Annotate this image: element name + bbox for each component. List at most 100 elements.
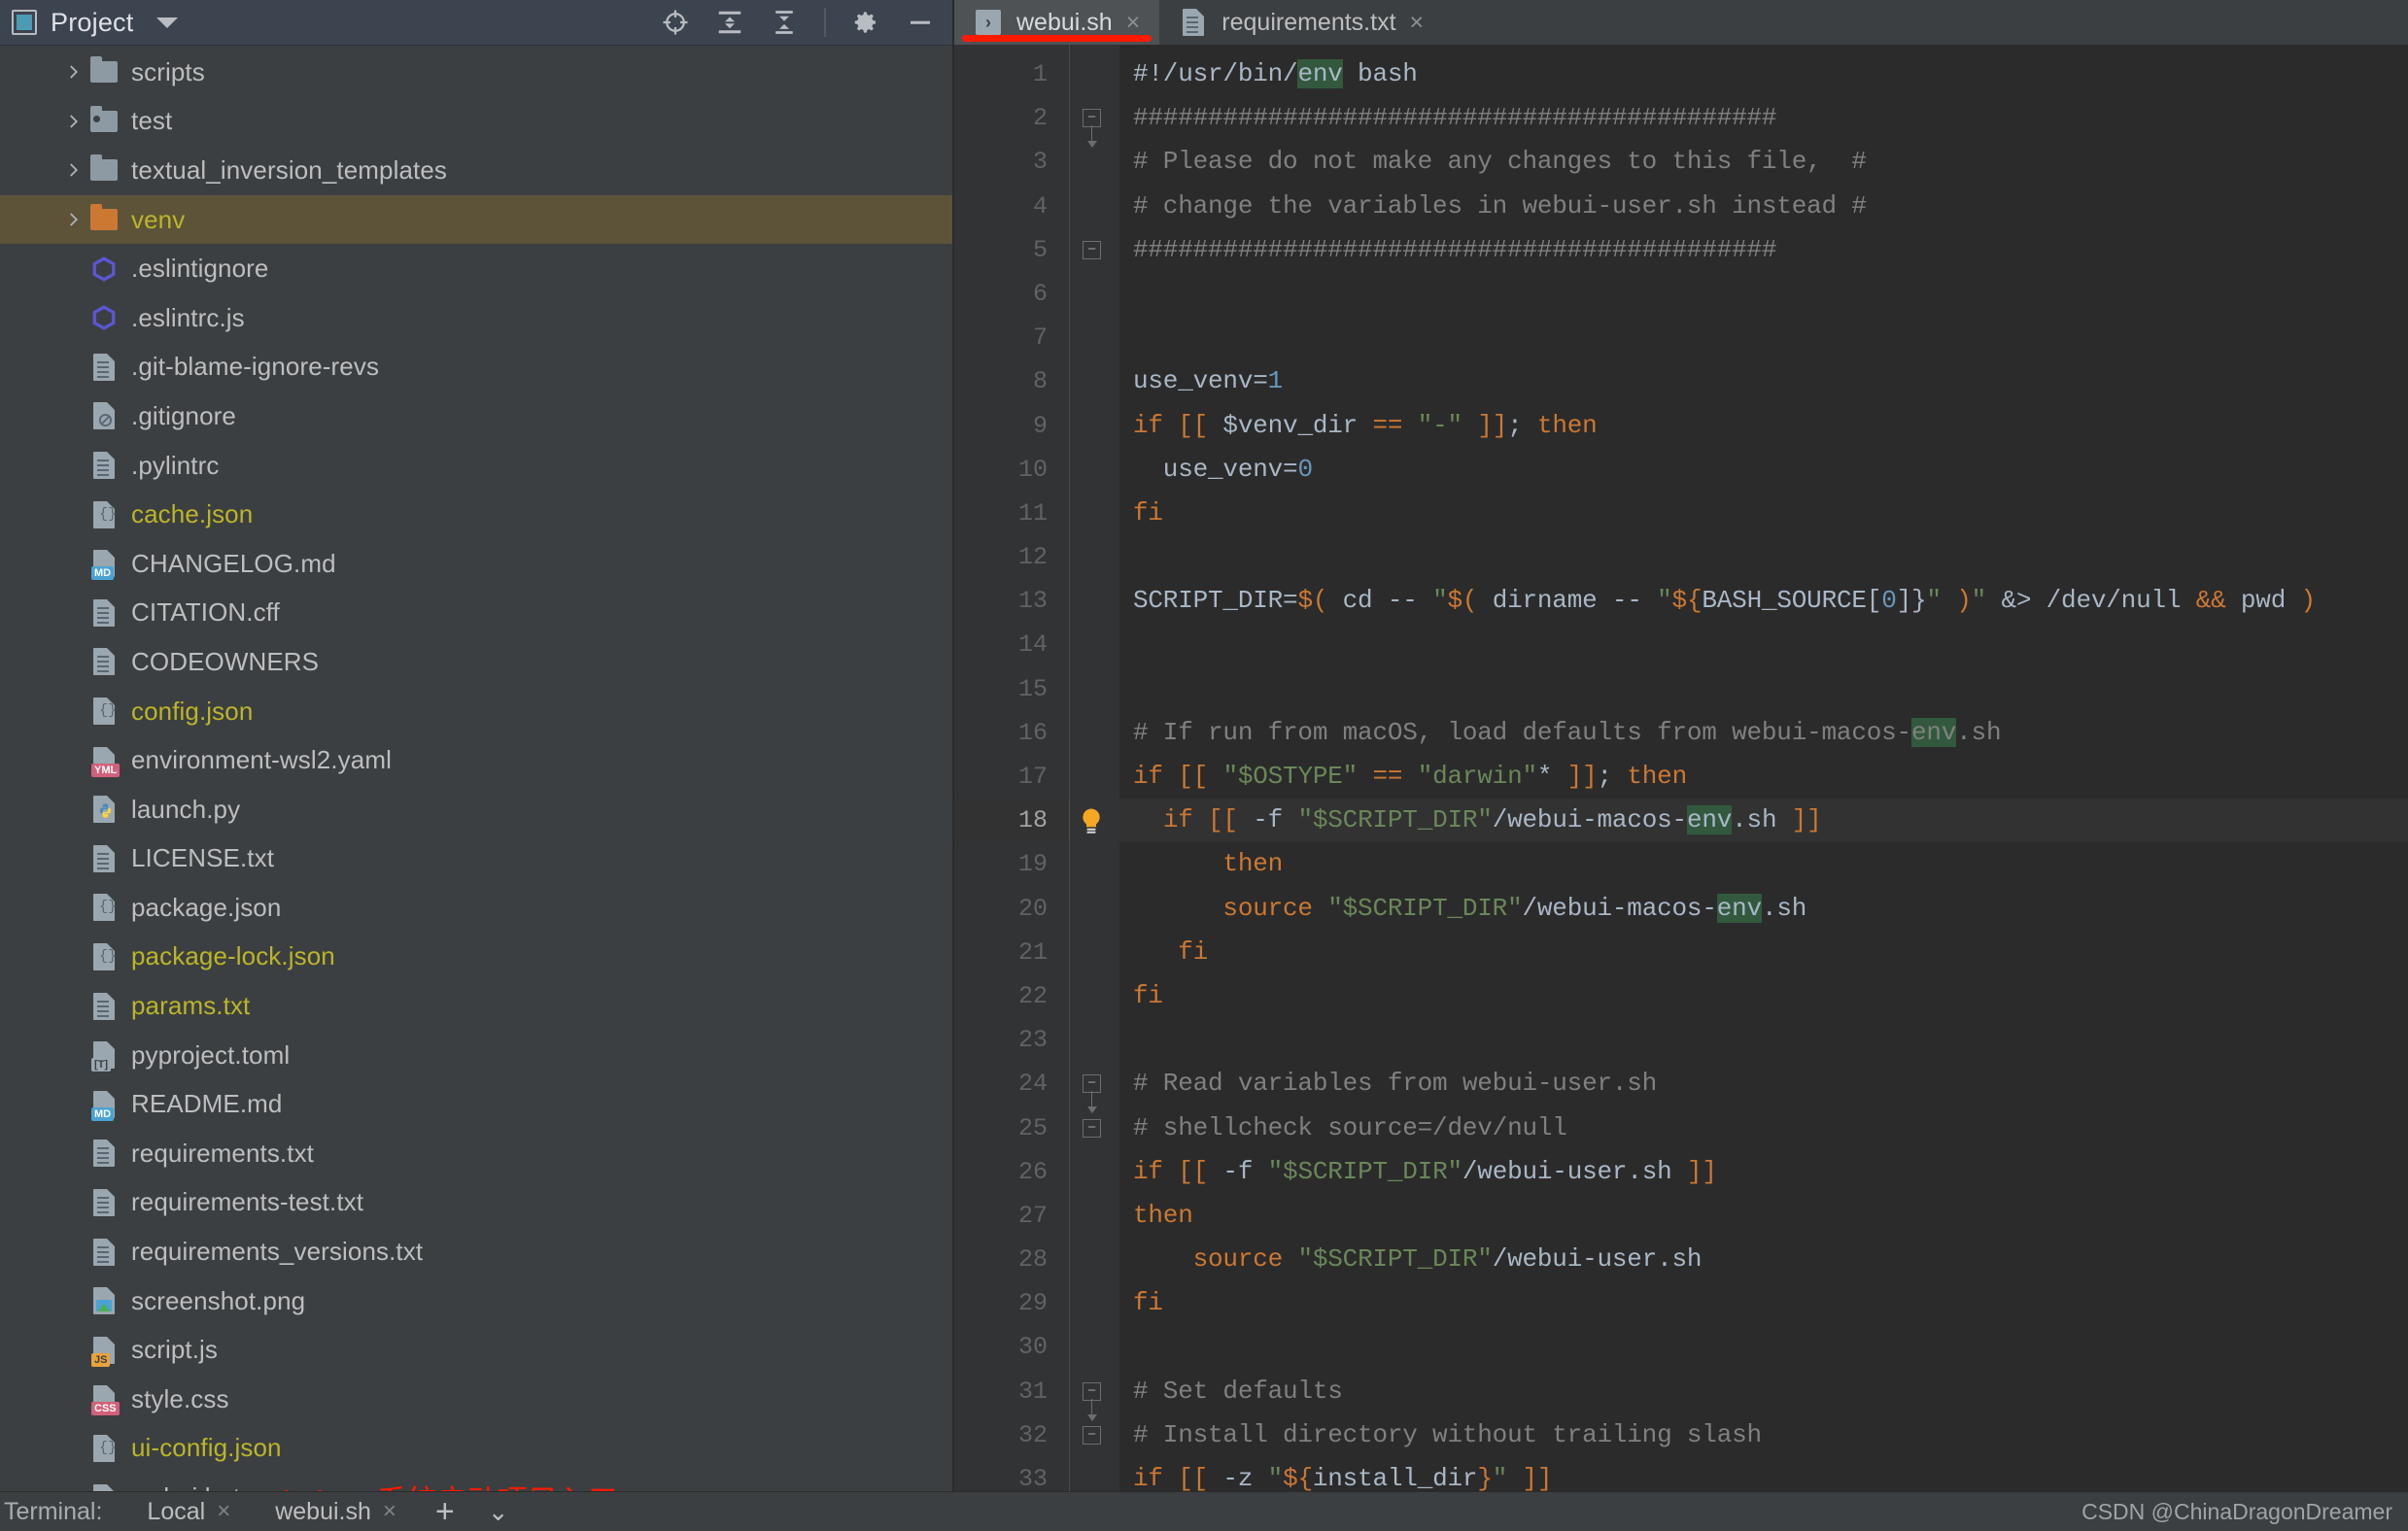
project-title-group[interactable]: Project	[12, 8, 179, 38]
terminal-tab-local[interactable]: Local ×	[147, 1498, 230, 1526]
code-line[interactable]: if [[ -f "$SCRIPT_DIR"/webui-user.sh ]]	[1119, 1150, 2408, 1194]
tree-item-style-css[interactable]: CSS style.css	[0, 1375, 952, 1424]
tree-item-label: package-lock.json	[131, 941, 335, 971]
code-line[interactable]	[1119, 1325, 2408, 1369]
code-line[interactable]: use_venv=1	[1119, 359, 2408, 403]
chevron-right-icon[interactable]	[60, 157, 86, 183]
fold-collapse-icon[interactable]: −	[1083, 1118, 1101, 1138]
gear-icon[interactable]	[851, 8, 880, 37]
code-line[interactable]: # Read variables from webui-user.sh	[1119, 1062, 2408, 1106]
tree-item-scripts[interactable]: scripts	[0, 48, 952, 97]
tree-item-test[interactable]: test	[0, 97, 952, 147]
code-content[interactable]: #!/usr/bin/env bash #####################…	[1119, 45, 2408, 1491]
tree-item-venv[interactable]: venv	[0, 194, 952, 245]
tree-item-ui-config-json[interactable]: {} ui-config.json	[0, 1424, 952, 1474]
code-line[interactable]	[1119, 316, 2408, 359]
editor-tab-bar[interactable]: › webui.sh × requirements.txt ×	[954, 0, 2408, 45]
tree-item-git-blame-ignore-revs[interactable]: .git-blame-ignore-revs	[0, 343, 952, 392]
tree-item-params-txt[interactable]: params.txt	[0, 981, 952, 1031]
project-file-tree[interactable]: scripts test textual_inversion_templatesve…	[0, 46, 952, 1491]
add-terminal-icon[interactable]: +	[435, 1495, 455, 1528]
code-line[interactable]: fi	[1119, 974, 2408, 1018]
tree-item-cache-json[interactable]: {} cache.json	[0, 490, 952, 539]
code-line[interactable]: use_venv=0	[1119, 448, 2408, 492]
code-line[interactable]: # Install directory without trailing sla…	[1119, 1413, 2408, 1457]
chevron-right-icon[interactable]	[60, 207, 86, 232]
code-line[interactable]: # If run from macOS, load defaults from …	[1119, 711, 2408, 755]
tree-item-requirements-txt[interactable]: requirements.txt	[0, 1129, 952, 1178]
close-icon[interactable]: ×	[1410, 10, 1425, 35]
fold-collapse-icon[interactable]: −	[1083, 240, 1101, 259]
code-line[interactable]: if [[ "$OSTYPE" == "darwin"* ]]; then	[1119, 755, 2408, 799]
tree-item-requirements-versions-txt[interactable]: requirements_versions.txt	[0, 1227, 952, 1276]
code-line[interactable]	[1119, 272, 2408, 316]
code-line[interactable]	[1119, 535, 2408, 579]
code-line[interactable]	[1119, 1018, 2408, 1062]
toml-icon: [T]	[89, 1040, 119, 1072]
code-line[interactable]: fi	[1119, 1281, 2408, 1325]
tree-item-label: venv	[131, 204, 186, 234]
code-line[interactable]: # Set defaults	[1119, 1370, 2408, 1413]
tree-item-screenshot-png[interactable]: screenshot.png	[0, 1276, 952, 1326]
tree-item-config-json[interactable]: {} config.json	[0, 687, 952, 736]
tree-item-license-txt[interactable]: LICENSE.txt	[0, 834, 952, 884]
tree-item-eslintignore[interactable]: .eslintignore	[0, 244, 952, 293]
tree-item-launch-py[interactable]: launch.py	[0, 785, 952, 834]
code-line[interactable]: # shellcheck source=/dev/null	[1119, 1106, 2408, 1150]
tree-item-label: params.txt	[131, 991, 251, 1021]
chevron-right-icon[interactable]	[60, 109, 86, 134]
code-line[interactable]: ########################################…	[1119, 96, 2408, 140]
tree-item-gitignore[interactable]: .gitignore	[0, 391, 952, 441]
fold-marker-slot	[1069, 623, 1119, 666]
tree-item-environment-wsl2-yaml[interactable]: YML environment-wsl2.yaml	[0, 735, 952, 785]
fold-collapse-icon[interactable]: −	[1083, 1425, 1101, 1445]
folder-icon	[89, 154, 119, 185]
code-line[interactable]: then	[1119, 1194, 2408, 1238]
close-icon[interactable]: ×	[1126, 10, 1141, 35]
intention-bulb-icon[interactable]	[1077, 806, 1106, 835]
expand-all-icon[interactable]	[715, 8, 744, 37]
code-line[interactable]: ########################################…	[1119, 228, 2408, 272]
editor-tab-requirements-txt[interactable]: requirements.txt ×	[1159, 0, 1443, 45]
chevron-down-icon[interactable]	[156, 17, 179, 28]
code-line[interactable]: source "$SCRIPT_DIR"/webui-macos-env.sh	[1119, 887, 2408, 931]
close-icon[interactable]: ×	[383, 1498, 396, 1525]
code-line[interactable]	[1119, 667, 2408, 711]
code-line[interactable]: source "$SCRIPT_DIR"/webui-user.sh	[1119, 1238, 2408, 1281]
close-icon[interactable]: ×	[217, 1498, 230, 1525]
tree-item-requirements-test-txt[interactable]: requirements-test.txt	[0, 1178, 952, 1228]
tree-item-pyproject-toml[interactable]: [T] pyproject.toml	[0, 1031, 952, 1080]
code-editor[interactable]: 1▶23456789101112131415161718192021222324…	[954, 45, 2408, 1491]
code-line[interactable]: SCRIPT_DIR=$( cd -- "$( dirname -- "${BA…	[1119, 579, 2408, 623]
code-folding-gutter[interactable]: − − − − − −	[1069, 45, 1119, 1491]
code-line[interactable]: if [[ -z "${install_dir}" ]]	[1119, 1457, 2408, 1491]
code-line[interactable]: fi	[1119, 492, 2408, 535]
tree-item-label: .eslintignore	[131, 254, 269, 284]
chevron-down-icon[interactable]: ⌄	[488, 1499, 509, 1524]
code-line[interactable]: if [[ $venv_dir == "-" ]]; then	[1119, 404, 2408, 448]
chevron-right-icon[interactable]	[60, 59, 86, 85]
tree-item-script-js[interactable]: JS script.js	[0, 1325, 952, 1375]
code-line[interactable]: # change the variables in webui-user.sh …	[1119, 185, 2408, 228]
tree-item-label: package.json	[131, 892, 282, 922]
collapse-all-icon[interactable]	[770, 8, 799, 37]
locate-target-icon[interactable]	[661, 8, 690, 37]
tree-item-pylintrc[interactable]: .pylintrc	[0, 441, 952, 491]
tree-item-readme-md[interactable]: MD README.md	[0, 1079, 952, 1129]
tree-item-package-json[interactable]: {} package.json	[0, 883, 952, 933]
tree-item-textual-inversion-templates[interactable]: textual_inversion_templates	[0, 146, 952, 195]
code-line[interactable]: fi	[1119, 931, 2408, 974]
tree-item-package-lock-json[interactable]: {} package-lock.json	[0, 933, 952, 982]
tree-item-changelog-md[interactable]: MD CHANGELOG.md	[0, 539, 952, 589]
code-line[interactable]: then	[1119, 842, 2408, 886]
code-line[interactable]: #!/usr/bin/env bash	[1119, 52, 2408, 96]
terminal-tab-webui[interactable]: webui.sh ×	[275, 1498, 396, 1526]
code-line[interactable]: if [[ -f "$SCRIPT_DIR"/webui-macos-env.s…	[1119, 799, 2408, 843]
tree-item-codeowners[interactable]: CODEOWNERS	[0, 637, 952, 687]
editor-tab-webui-sh[interactable]: › webui.sh ×	[954, 0, 1160, 45]
tree-item-eslintrc-js[interactable]: .eslintrc.js	[0, 293, 952, 343]
code-line[interactable]: # Please do not make any changes to this…	[1119, 140, 2408, 184]
code-line[interactable]	[1119, 623, 2408, 666]
tree-item-citation-cff[interactable]: CITATION.cff	[0, 589, 952, 638]
minimize-icon[interactable]	[906, 8, 935, 37]
